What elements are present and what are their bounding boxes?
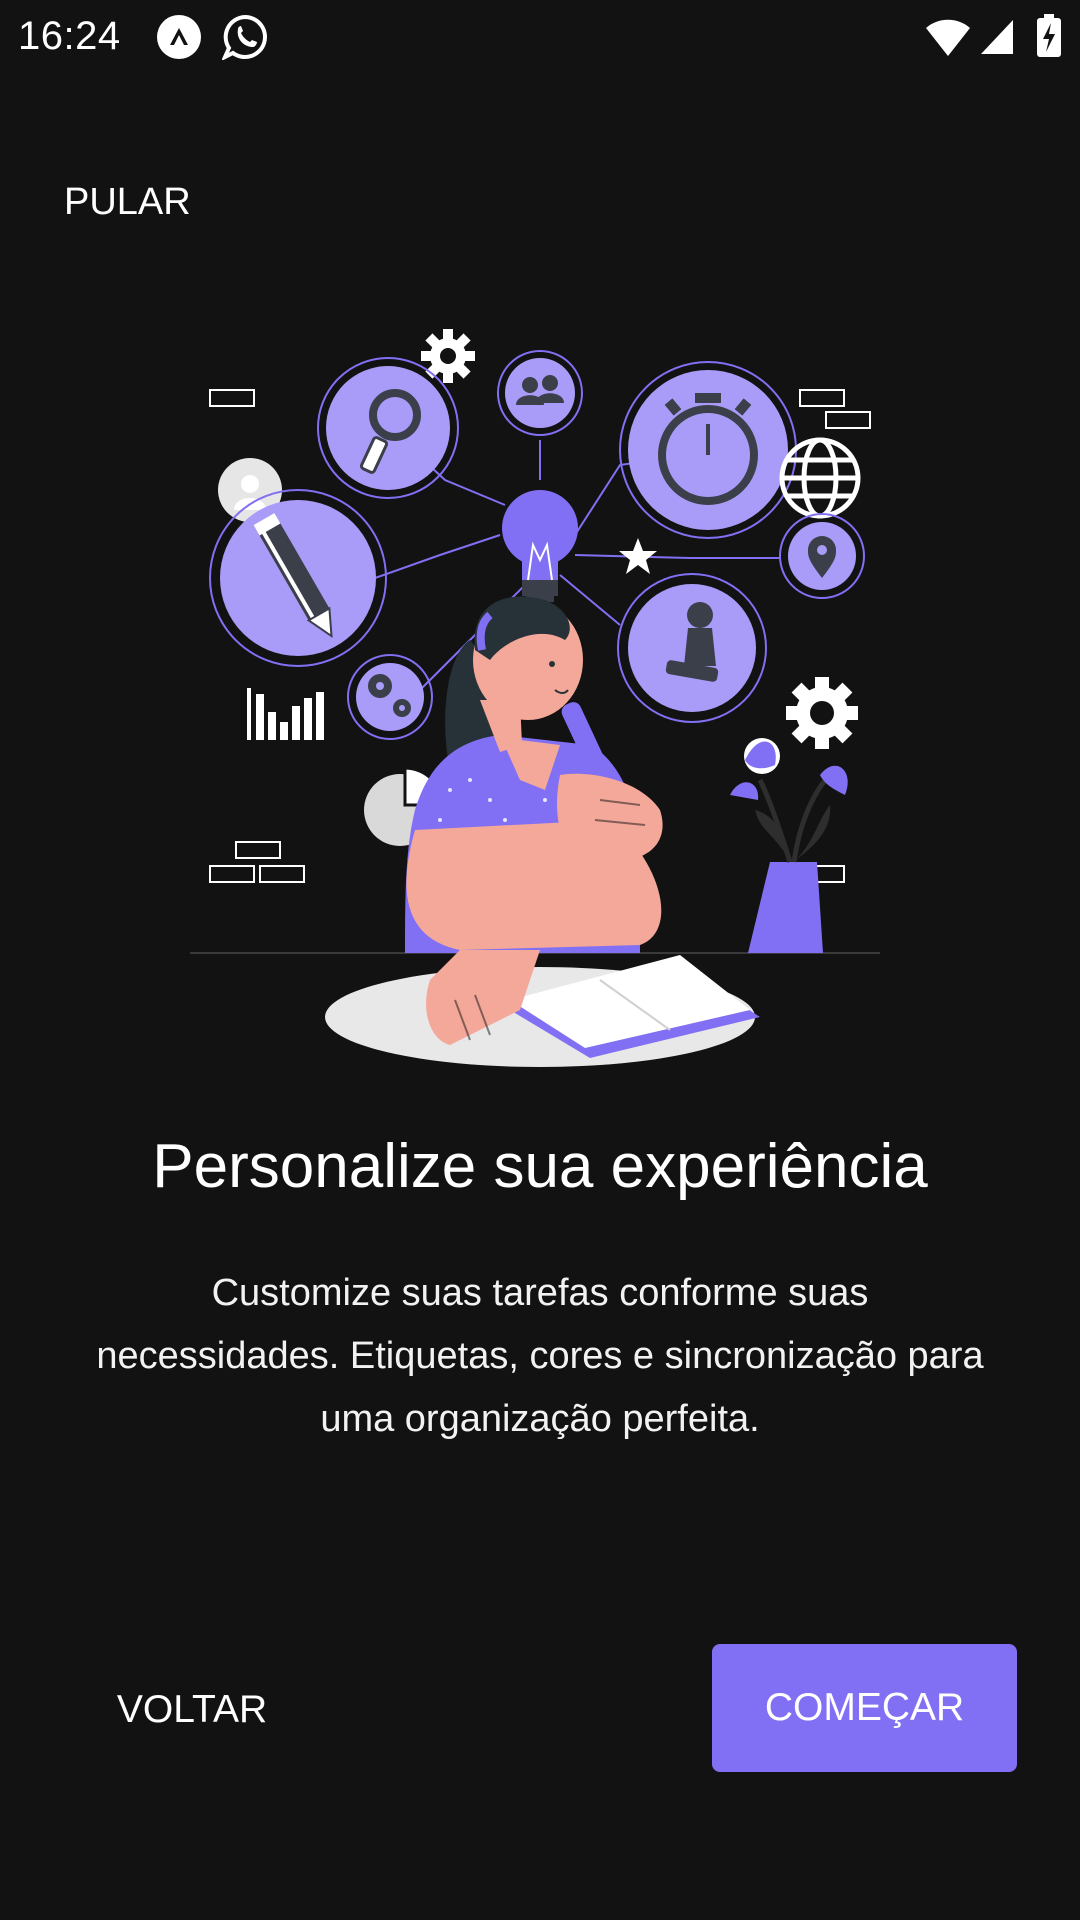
wifi-icon xyxy=(926,19,970,56)
onboarding-illustration xyxy=(190,329,880,1067)
page-description: Customize suas tarefas conforme suas nec… xyxy=(96,1272,984,1440)
status-bar: 16:24 xyxy=(0,0,1080,72)
skip-button[interactable]: PULAR xyxy=(40,164,216,240)
status-time: 16:24 xyxy=(18,14,121,58)
gear-icon-large xyxy=(786,677,858,749)
cellular-signal-icon xyxy=(981,20,1013,54)
whatsapp-icon xyxy=(222,14,267,60)
gear-icon xyxy=(421,329,475,383)
back-button[interactable]: VOLTAR xyxy=(92,1660,292,1760)
lightbulb-icon xyxy=(502,490,578,602)
bar-chart-icon xyxy=(247,688,324,740)
page-title: Personalize sua experiência xyxy=(152,1132,928,1201)
battery-charging-icon xyxy=(1037,14,1061,57)
app-notification-icon xyxy=(157,15,201,59)
plant-vase-icon xyxy=(730,741,848,953)
start-button[interactable]: COMEÇAR xyxy=(712,1644,1017,1772)
